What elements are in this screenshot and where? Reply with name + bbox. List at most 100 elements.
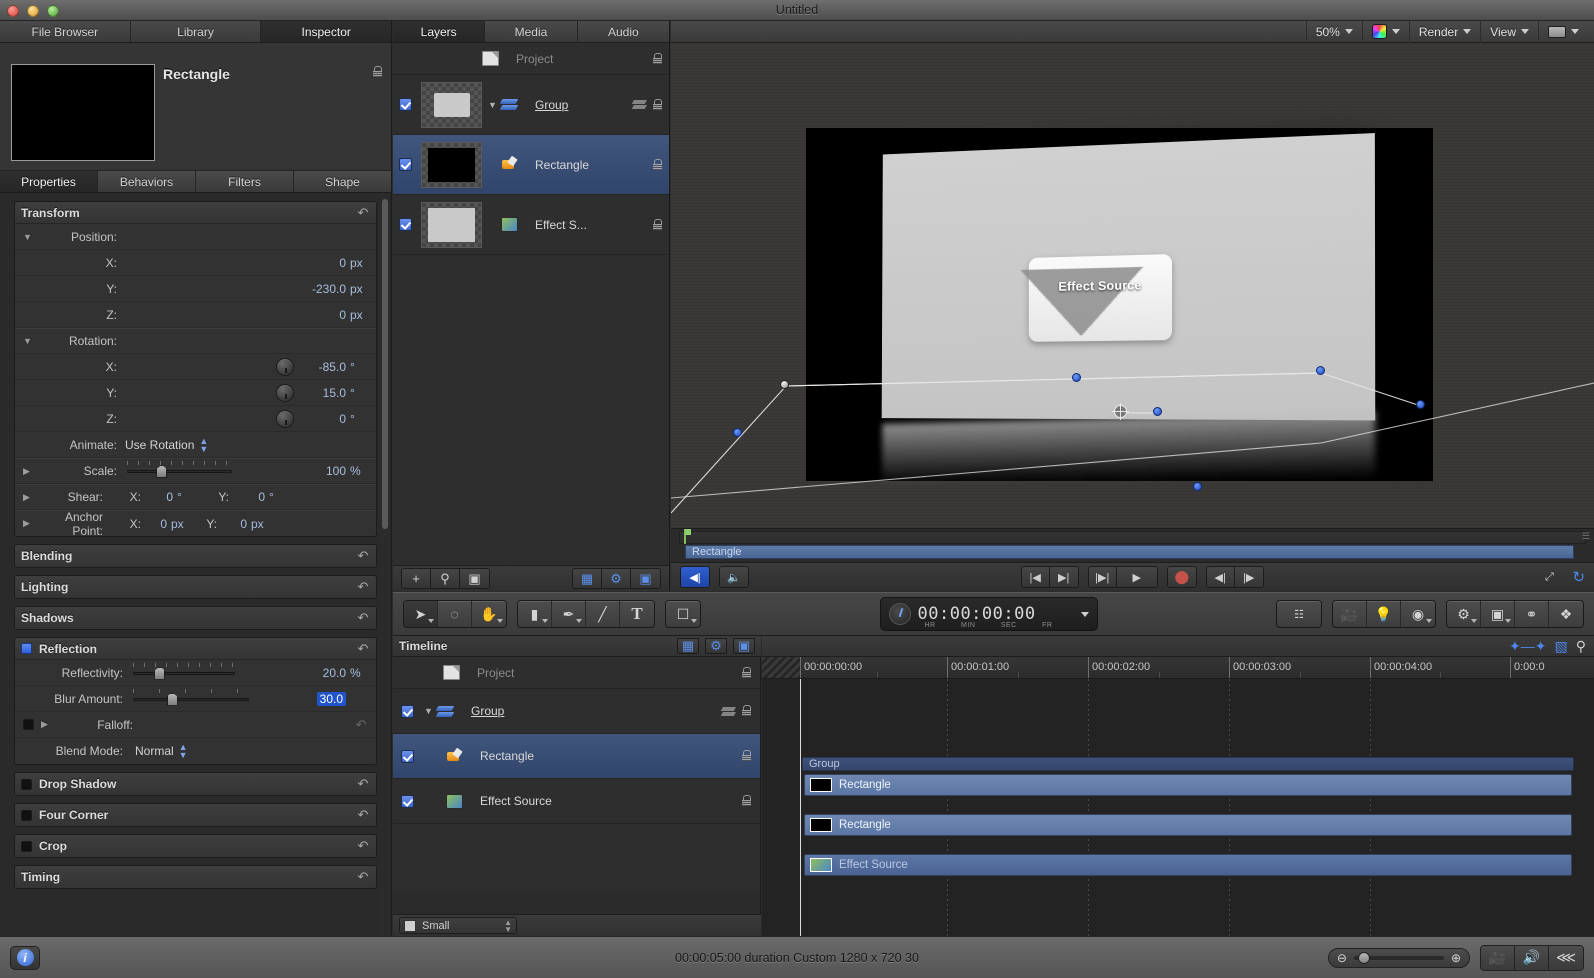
- gear-icon[interactable]: ⚙: [1447, 601, 1481, 627]
- 3d-transform-icon[interactable]: ◌: [438, 601, 472, 627]
- four-corner-enable-checkbox[interactable]: [21, 809, 32, 821]
- filmstrip-icon[interactable]: ▣: [733, 638, 755, 654]
- filmstrip-icon[interactable]: ▣: [1481, 601, 1515, 627]
- section-timing[interactable]: Timing ↶: [14, 865, 377, 889]
- timeline-ruler[interactable]: 00:00:00:00 00:00:01:00 00:00:02:00 00:0…: [762, 657, 1594, 679]
- hud-handle-2[interactable]: [1072, 373, 1081, 382]
- tab-media[interactable]: Media: [485, 21, 578, 42]
- four-corner-reset-icon[interactable]: ↶: [356, 808, 370, 822]
- group-stack-icon[interactable]: [633, 99, 648, 110]
- dots-icon[interactable]: ❖: [1549, 601, 1583, 627]
- layers-view-group[interactable]: ▦ ⚙ ▣: [572, 568, 661, 589]
- timeline-tracks[interactable]: Group Rectangle Rectangle Effect Source: [762, 679, 1594, 936]
- falloff-enable-checkbox[interactable]: [23, 719, 34, 730]
- timeline-clip-group[interactable]: Group: [802, 757, 1574, 771]
- reflection-reset-icon[interactable]: ↶: [356, 642, 370, 656]
- add-layer-button[interactable]: +: [402, 569, 431, 588]
- previous-keyframe-button[interactable]: |◀: [1021, 567, 1050, 587]
- step-back-button[interactable]: ◀|: [1206, 567, 1235, 587]
- tab-file-browser[interactable]: File Browser: [0, 21, 131, 42]
- falloff-reset-icon[interactable]: ↶: [354, 718, 368, 732]
- transform-reset-icon[interactable]: ↶: [356, 206, 370, 220]
- tab-shape[interactable]: Shape: [294, 171, 391, 192]
- shear-y-value[interactable]: 0: [229, 490, 265, 504]
- blending-reset-icon[interactable]: ↶: [356, 549, 370, 563]
- timeline-row-group[interactable]: ▼ Group: [393, 689, 760, 734]
- paint-stroke-icon[interactable]: ╱: [586, 601, 620, 627]
- layers-add-group[interactable]: + ⚲ ▣: [401, 568, 490, 589]
- section-lighting[interactable]: Lighting ↶: [14, 575, 377, 599]
- mask-tools-group[interactable]: ☐: [665, 600, 701, 628]
- scale-value[interactable]: 100: [242, 464, 346, 478]
- anchor-point-handle[interactable]: [1112, 403, 1129, 420]
- marker-icon[interactable]: ▧: [1555, 638, 1568, 655]
- gear-icon[interactable]: ⚙: [602, 569, 631, 588]
- rectangle-lock-icon[interactable]: [652, 158, 663, 171]
- hud-handle-6[interactable]: [1153, 407, 1162, 416]
- rotation-x-dial[interactable]: [276, 357, 294, 376]
- bezier-pen-icon[interactable]: ✒: [552, 601, 586, 627]
- layer-enable-checkbox-effect-source[interactable]: [399, 218, 412, 231]
- play-button[interactable]: ▶: [1116, 567, 1157, 587]
- timeline-clip-rectangle-2[interactable]: Rectangle: [804, 814, 1572, 836]
- tab-properties[interactable]: Properties: [0, 171, 98, 192]
- zoom-button[interactable]: [47, 5, 59, 17]
- mini-timeline[interactable]: Rectangle ☰: [671, 528, 1594, 562]
- zoom-icon[interactable]: ⚲: [1576, 638, 1586, 655]
- playback-group[interactable]: |▶| ▶: [1087, 566, 1158, 588]
- reflectivity-slider[interactable]: [133, 662, 235, 680]
- light-icon[interactable]: 💡: [1367, 601, 1401, 627]
- record-group[interactable]: ⬤: [1166, 566, 1197, 588]
- crop-reset-icon[interactable]: ↶: [356, 839, 370, 853]
- drop-shadow-enable-checkbox[interactable]: [21, 778, 32, 790]
- mini-timeline-ruler[interactable]: [679, 531, 1586, 544]
- shear-x-value[interactable]: 0: [141, 490, 173, 504]
- section-four-corner[interactable]: Four Corner ↶: [14, 803, 377, 827]
- reflection-enable-checkbox[interactable]: [21, 643, 32, 654]
- text-tool-icon[interactable]: T: [620, 601, 654, 627]
- inspector-lock-icon[interactable]: [372, 66, 383, 81]
- next-keyframe-button[interactable]: ▶|: [1049, 567, 1078, 587]
- mini-timeline-grip[interactable]: ☰: [1582, 531, 1592, 561]
- section-shadows[interactable]: Shadows ↶: [14, 606, 377, 630]
- rotation-y-value[interactable]: 15.0: [294, 386, 346, 400]
- position-y-value[interactable]: -230.0: [117, 282, 346, 296]
- hud-icon[interactable]: ☷: [1277, 601, 1321, 627]
- hand-icon[interactable]: ✋: [472, 601, 506, 627]
- section-blending[interactable]: Blending ↶: [14, 544, 377, 568]
- rotation-y-dial[interactable]: [276, 383, 294, 402]
- rotation-x-value[interactable]: -85.0: [294, 360, 346, 374]
- tab-filters[interactable]: Filters: [196, 171, 294, 192]
- tab-audio[interactable]: Audio: [577, 21, 669, 42]
- left-panel-tabs[interactable]: File Browser Library Inspector: [0, 21, 392, 43]
- hud-group[interactable]: ☷: [1276, 600, 1322, 628]
- set-play-range-start-button[interactable]: ◀|: [681, 567, 709, 587]
- anchor-y-value[interactable]: 0: [217, 517, 247, 531]
- layers-panel-tabs[interactable]: Layers Media Audio: [393, 21, 669, 43]
- animate-popup[interactable]: Use Rotation ▲ ▼: [125, 436, 208, 453]
- fullscreen-icon[interactable]: ⤢: [1535, 567, 1563, 587]
- hud-handle-5[interactable]: [1193, 482, 1202, 491]
- transform-header[interactable]: Transform ↶: [15, 202, 376, 224]
- effect-source-lock-icon[interactable]: [741, 795, 752, 807]
- tab-inspector[interactable]: Inspector: [261, 21, 392, 42]
- inspector-scrollbar[interactable]: [380, 193, 390, 936]
- reflectivity-value[interactable]: 20.0: [245, 666, 346, 680]
- gear-icon[interactable]: ⚙: [705, 638, 727, 654]
- position-z-value[interactable]: 0: [117, 308, 346, 322]
- search-icon[interactable]: ⚲: [431, 569, 460, 588]
- hud-handle-corner[interactable]: [780, 380, 789, 389]
- group-lock-icon[interactable]: [741, 705, 752, 717]
- position-disclosure-icon[interactable]: [23, 232, 37, 242]
- shadows-reset-icon[interactable]: ↶: [356, 611, 370, 625]
- step-group[interactable]: ◀| |▶: [1205, 566, 1264, 588]
- chevron-down-icon[interactable]: [1080, 611, 1089, 617]
- canvas-viewer[interactable]: Effect Source: [671, 43, 1594, 528]
- rotation-z-value[interactable]: 0: [294, 412, 346, 426]
- window-controls[interactable]: [7, 5, 59, 17]
- crop-enable-checkbox[interactable]: [21, 840, 32, 852]
- timecode-value[interactable]: 00:00:00:00: [918, 604, 1036, 624]
- timeline-row-effect-source[interactable]: Effect Source: [393, 779, 760, 824]
- blur-amount-value[interactable]: 30.0: [316, 691, 346, 706]
- keyframe-icon[interactable]: ✦—✦: [1509, 638, 1546, 655]
